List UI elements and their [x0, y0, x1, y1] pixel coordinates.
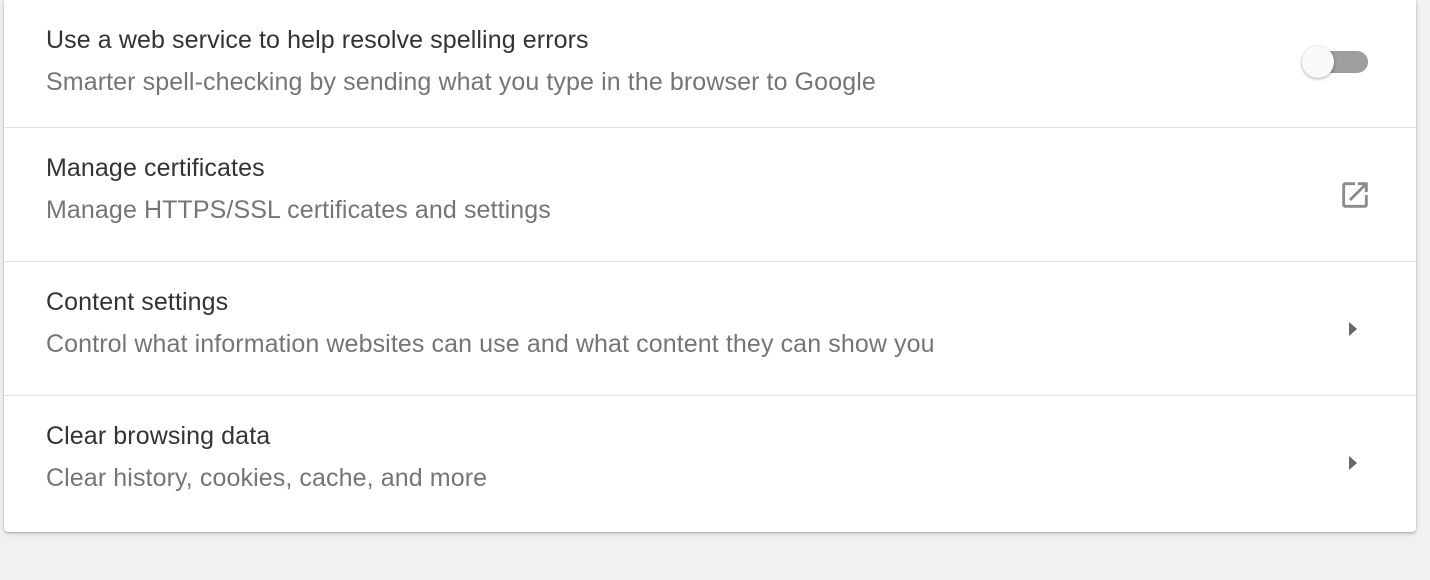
setting-title: Use a web service to help resolve spelli…	[46, 26, 589, 54]
setting-subtitle: Manage HTTPS/SSL certificates and settin…	[46, 196, 551, 224]
setting-subtitle: Clear history, cookies, cache, and more	[46, 464, 488, 492]
settings-card: Use a web service to help resolve spelli…	[4, 0, 1416, 532]
arrow-right-icon[interactable]	[1346, 453, 1360, 473]
setting-row-manage-certificates[interactable]: Manage certificates Manage HTTPS/SSL cer…	[4, 128, 1416, 262]
setting-subtitle: Smarter spell-checking by sending what y…	[46, 68, 876, 96]
setting-subtitle: Control what information websites can us…	[46, 330, 935, 358]
setting-row-clear-browsing-data[interactable]: Clear browsing data Clear history, cooki…	[4, 396, 1416, 530]
open-in-new-icon[interactable]	[1338, 178, 1372, 212]
setting-title: Manage certificates	[46, 154, 265, 182]
setting-title: Content settings	[46, 288, 229, 316]
setting-title: Clear browsing data	[46, 422, 271, 450]
spelling-service-toggle[interactable]	[1302, 46, 1370, 78]
arrow-right-icon[interactable]	[1346, 319, 1360, 339]
toggle-knob	[1302, 46, 1334, 78]
setting-row-spelling-service[interactable]: Use a web service to help resolve spelli…	[4, 0, 1416, 128]
setting-row-content-settings[interactable]: Content settings Control what informatio…	[4, 262, 1416, 396]
